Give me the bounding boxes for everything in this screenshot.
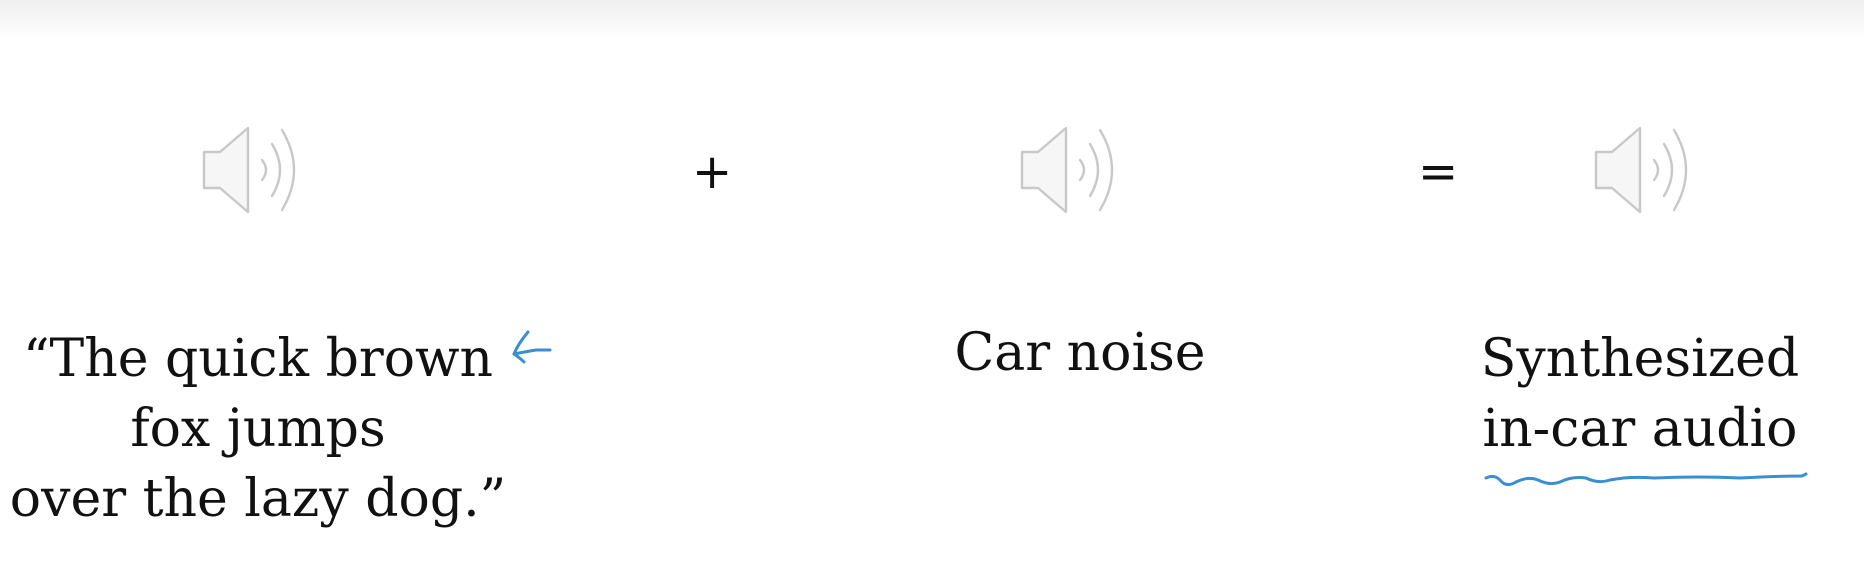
result-caption: Synthesized in-car audio — [1470, 324, 1810, 464]
arrow-annotation — [512, 330, 552, 364]
speech-speaker-icon — [196, 122, 316, 218]
result-speaker-icon — [1588, 122, 1708, 218]
result-caption-line-2: in-car audio — [1482, 399, 1798, 459]
equals-operator: = — [1418, 144, 1459, 200]
noise-caption-label: Car noise — [954, 323, 1206, 383]
speech-caption-line-3: over the lazy dog.” — [9, 469, 507, 529]
noise-caption: Car noise — [900, 318, 1260, 388]
speech-caption-line-1: “The quick brown — [22, 329, 494, 389]
speech-caption: “The quick brown fox jumps over the lazy… — [8, 324, 508, 534]
speech-caption-line-2: fox jumps — [130, 399, 386, 459]
plus-operator: + — [692, 144, 733, 200]
result-caption-line-1: Synthesized — [1480, 329, 1800, 389]
noise-speaker-icon — [1014, 122, 1134, 218]
underline-annotation — [1484, 472, 1808, 487]
top-shadow-band — [0, 0, 1864, 38]
